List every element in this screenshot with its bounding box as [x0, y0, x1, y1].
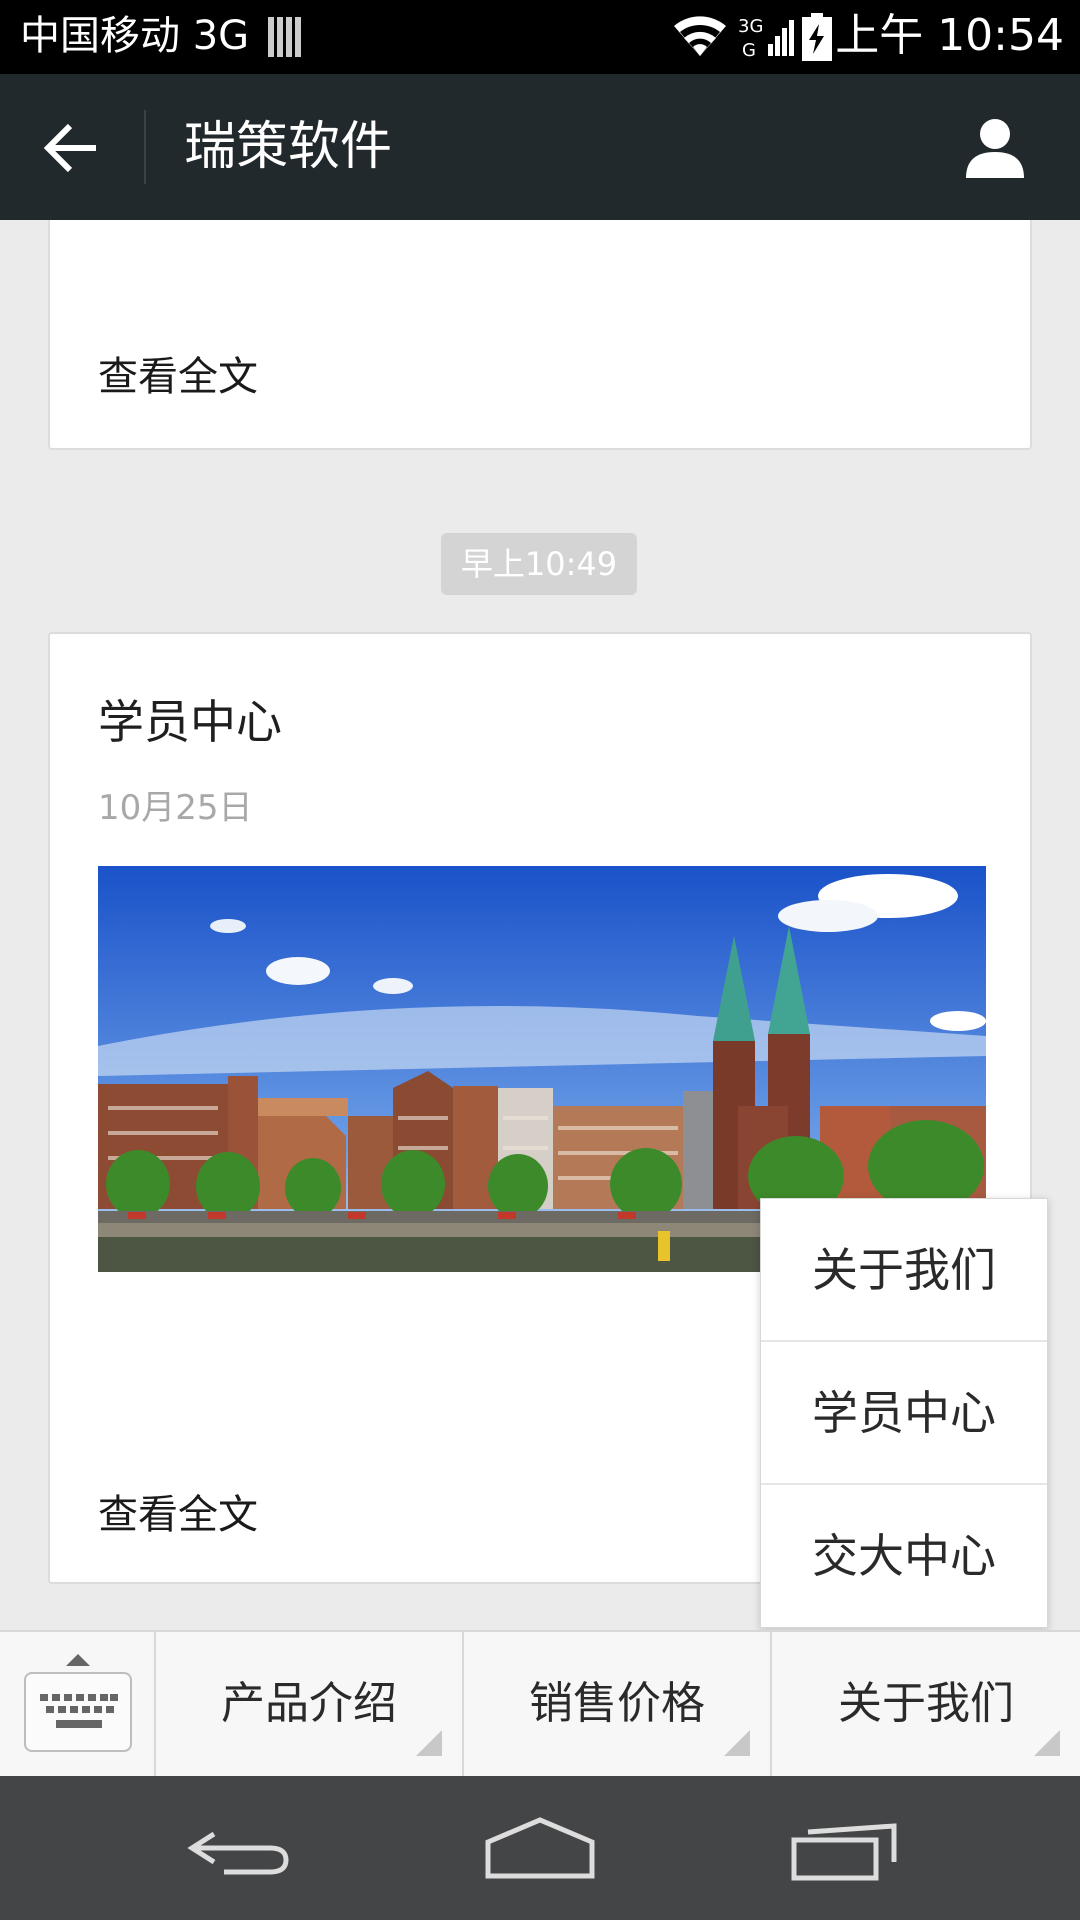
carrier-label: 中国移动 3G: [20, 13, 250, 59]
header-divider: [144, 110, 146, 184]
chevron-up-icon: [66, 1654, 90, 1666]
nav-home-icon[interactable]: [484, 1812, 596, 1884]
menu-tab-label: 关于我们: [838, 1678, 1014, 1729]
custom-menu-bar: 产品介绍 销售价格 关于我们: [0, 1630, 1080, 1776]
wifi-icon: [674, 16, 726, 56]
keyboard-button[interactable]: [24, 1672, 132, 1752]
clock: 上午 10:54: [835, 10, 1064, 61]
submenu-indicator-icon: [416, 1730, 442, 1756]
page-title: 瑞策软件: [184, 117, 393, 177]
nav-recents-icon[interactable]: [790, 1812, 902, 1884]
nav-back-icon[interactable]: [184, 1812, 296, 1884]
submenu-indicator-icon: [724, 1730, 750, 1756]
net-3g-label: 3G: [738, 16, 763, 37]
profile-icon[interactable]: [962, 114, 1028, 180]
chat-header: 瑞策软件: [0, 74, 1080, 220]
submenu-item-jiaoda-center[interactable]: 交大中心: [761, 1485, 1047, 1628]
menu-tab-label: 产品介绍: [221, 1678, 397, 1729]
article-card[interactable]: 查看全文: [48, 220, 1032, 450]
system-nav-bar: [0, 1776, 1080, 1920]
submenu-item-about-us[interactable]: 关于我们: [761, 1199, 1047, 1342]
keyboard-icon: [40, 1694, 118, 1728]
menu-tab-product-intro[interactable]: 产品介绍: [156, 1632, 464, 1776]
article-title: 学员中心: [98, 695, 282, 749]
network-3g-icon: 3G G: [738, 16, 794, 60]
read-more-link[interactable]: 查看全文: [98, 1482, 258, 1540]
article-date: 10月25日: [98, 788, 253, 828]
menu-tab-about-us[interactable]: 关于我们: [772, 1632, 1080, 1776]
submenu-indicator-icon: [1034, 1730, 1060, 1756]
menu-tab-label: 销售价格: [529, 1678, 705, 1729]
read-more-link[interactable]: 查看全文: [98, 344, 258, 402]
menu-tab-sales-price[interactable]: 销售价格: [464, 1632, 772, 1776]
status-bar: 中国移动 3G 3G G 上午 10:54: [0, 0, 1080, 74]
keyboard-toggle-area: [0, 1632, 156, 1776]
timestamp-chip: 早上10:49: [441, 533, 637, 595]
submenu-item-student-center[interactable]: 学员中心: [761, 1342, 1047, 1485]
submenu-popup: 关于我们 学员中心 交大中心: [760, 1198, 1048, 1628]
svg-text:G: G: [742, 40, 756, 60]
back-arrow-icon[interactable]: [40, 116, 104, 180]
battery-charging-icon: [802, 13, 832, 61]
signal-bars-icon: [268, 17, 301, 57]
